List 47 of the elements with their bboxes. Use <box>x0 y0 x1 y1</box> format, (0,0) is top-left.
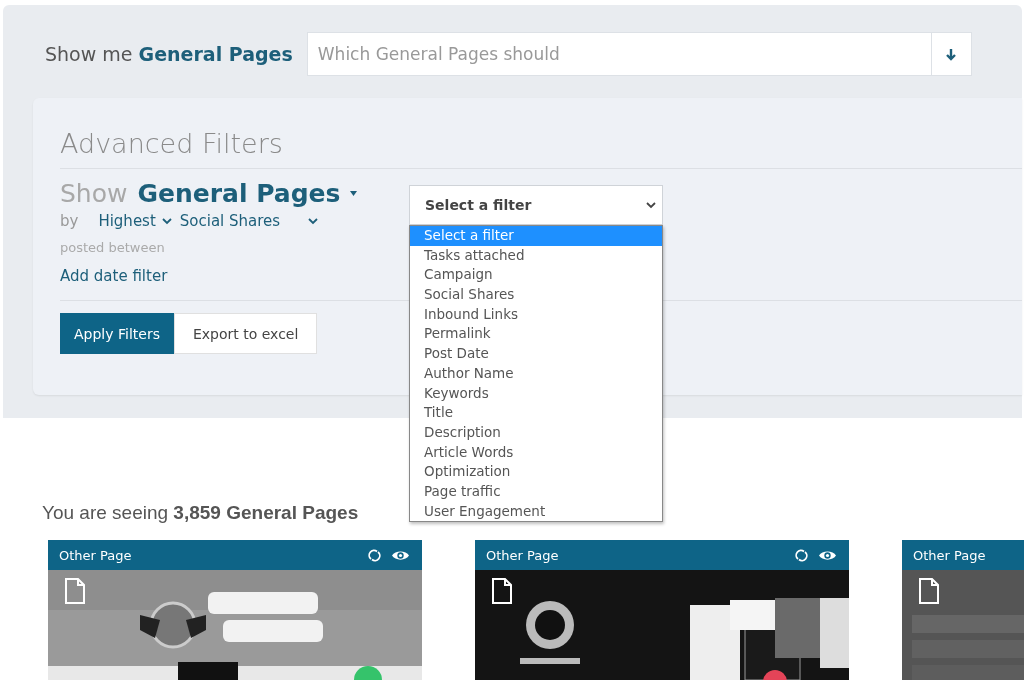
date-label: posted between <box>60 240 165 255</box>
add-date-link[interactable]: Add date filter <box>60 267 168 285</box>
document-icon <box>64 578 86 604</box>
entity-select[interactable]: General Pages <box>137 179 341 208</box>
eye-icon[interactable] <box>391 548 410 562</box>
filter-select[interactable]: Select a filter <box>409 185 663 225</box>
card-type: Other Page <box>486 547 559 563</box>
export-button[interactable]: Export to excel <box>173 313 318 354</box>
page-card[interactable]: Other Page <box>475 540 849 680</box>
dropdown-option[interactable]: Description <box>410 422 662 443</box>
submit-button[interactable] <box>931 32 972 76</box>
dropdown-option[interactable]: Post Date <box>410 344 662 364</box>
document-icon <box>918 578 940 604</box>
chevron-icon <box>646 201 656 209</box>
refresh-icon[interactable] <box>795 548 808 562</box>
chevron-icon <box>307 217 318 225</box>
document-icon <box>491 578 513 604</box>
caret-icon <box>350 191 358 196</box>
order-select[interactable]: Highest <box>98 212 172 230</box>
show-label: Show <box>60 179 128 208</box>
dropdown-option[interactable]: Tasks attached <box>410 245 662 266</box>
dropdown-option[interactable]: Article Words <box>410 442 662 463</box>
dropdown-option[interactable]: Title <box>410 403 662 423</box>
dropdown-option[interactable]: Page traffic <box>410 481 662 502</box>
dropdown-option[interactable]: Author Name <box>410 363 662 384</box>
results-summary: You are seeing 3,859 General Pages <box>42 502 359 524</box>
refresh-icon[interactable] <box>368 548 381 562</box>
dropdown-option[interactable]: Inbound Links <box>410 304 662 325</box>
dropdown-option[interactable]: Social Shares <box>410 285 662 305</box>
card-type: Other Page <box>59 547 132 563</box>
panel-title: Advanced Filters <box>60 126 1022 169</box>
dropdown-option[interactable]: User Engagement <box>410 501 662 522</box>
page-card[interactable]: Other Page <box>902 540 1024 680</box>
dropdown-option[interactable]: Optimization <box>410 462 662 482</box>
eye-icon[interactable] <box>818 548 837 562</box>
card-type: Other Page <box>913 547 986 563</box>
down-arrow-icon <box>945 47 958 61</box>
dropdown-option[interactable]: Campaign <box>410 265 662 286</box>
chevron-icon <box>161 217 172 225</box>
by-label: by <box>60 212 79 230</box>
page-card[interactable]: Other Page <box>48 540 422 680</box>
query-label: Show me General Pages <box>45 43 293 65</box>
dropdown-option[interactable]: Permalink <box>410 324 662 345</box>
metric-select[interactable]: Social Shares <box>179 212 318 230</box>
search-field[interactable]: Which General Pages should <box>306 32 932 76</box>
dropdown-option[interactable]: Keywords <box>410 383 662 404</box>
apply-button[interactable]: Apply Filters <box>60 313 174 354</box>
